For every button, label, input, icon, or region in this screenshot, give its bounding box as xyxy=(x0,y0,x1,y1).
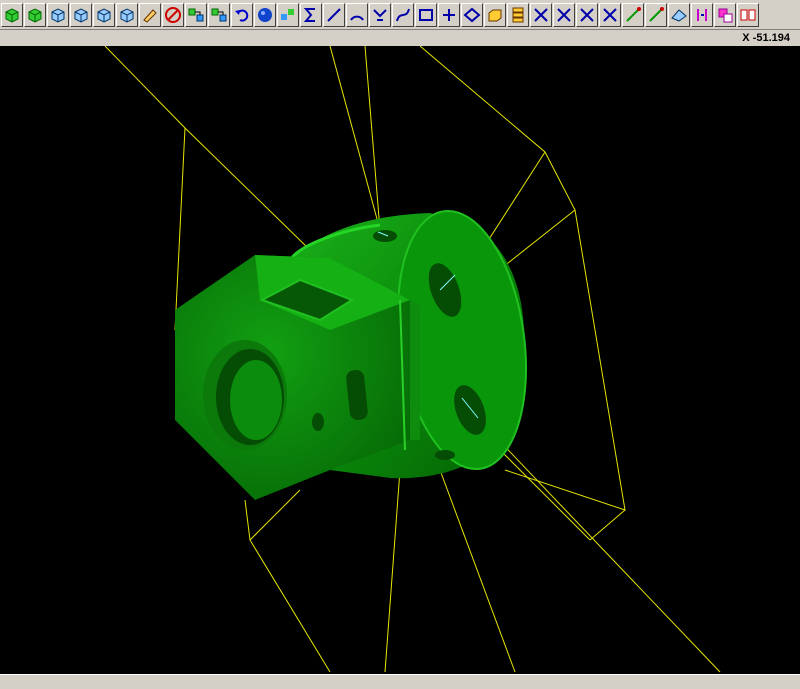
view-cube-green-button[interactable] xyxy=(1,3,23,27)
cross-lines-icon xyxy=(601,6,619,24)
fillet-icon xyxy=(371,6,389,24)
cross-lines4-button[interactable] xyxy=(599,3,621,27)
cross-lines-icon xyxy=(578,6,596,24)
arc-button[interactable] xyxy=(346,3,368,27)
surface-button[interactable] xyxy=(668,3,690,27)
cube-blue-icon xyxy=(95,6,113,24)
box-icon xyxy=(486,6,504,24)
group-button[interactable] xyxy=(277,3,299,27)
spline-button[interactable] xyxy=(392,3,414,27)
point-button[interactable] xyxy=(438,3,460,27)
view-iso-button[interactable] xyxy=(47,3,69,27)
solid-box-button[interactable] xyxy=(484,3,506,27)
cross-lines-icon xyxy=(532,6,550,24)
sphere-icon xyxy=(256,6,274,24)
cross-lines2-button[interactable] xyxy=(553,3,575,27)
transform2-button[interactable] xyxy=(208,3,230,27)
cube-green-icon xyxy=(3,6,21,24)
group-icon xyxy=(279,6,297,24)
view-top-button[interactable] xyxy=(116,3,138,27)
view-side-button[interactable] xyxy=(93,3,115,27)
view-cube-green2-button[interactable] xyxy=(24,3,46,27)
cancel-button[interactable] xyxy=(162,3,184,27)
layer-button[interactable] xyxy=(714,3,736,27)
surface-icon xyxy=(670,6,688,24)
coordinate-readout: X -51.194 xyxy=(738,30,794,46)
plane-button[interactable] xyxy=(461,3,483,27)
transform-button[interactable] xyxy=(185,3,207,27)
merge-button[interactable] xyxy=(737,3,759,27)
main-toolbar xyxy=(0,0,800,30)
coordinate-strip xyxy=(0,30,800,46)
toolbar-button-row xyxy=(1,2,760,28)
undo-icon xyxy=(233,6,251,24)
cube-blue-icon xyxy=(72,6,90,24)
fillet-button[interactable] xyxy=(369,3,391,27)
arc-icon xyxy=(348,6,366,24)
plus-icon xyxy=(440,6,458,24)
cross-lines3-button[interactable] xyxy=(576,3,598,27)
stack-button[interactable] xyxy=(507,3,529,27)
layer-icon xyxy=(716,6,734,24)
rectangle-button[interactable] xyxy=(415,3,437,27)
plane-icon xyxy=(463,6,481,24)
cross-lines-button[interactable] xyxy=(530,3,552,27)
stack-icon xyxy=(509,6,527,24)
spline-icon xyxy=(394,6,412,24)
diagonal-icon xyxy=(647,6,665,24)
eraser-icon xyxy=(141,6,159,24)
model-canvas[interactable] xyxy=(0,46,800,674)
cancel-icon xyxy=(164,6,182,24)
undo-button[interactable] xyxy=(231,3,253,27)
status-bar xyxy=(0,674,800,689)
view-front-button[interactable] xyxy=(70,3,92,27)
cube-blue-icon xyxy=(49,6,67,24)
rectangle-icon xyxy=(417,6,435,24)
sum-button[interactable] xyxy=(300,3,322,27)
sigma-icon xyxy=(302,6,320,24)
split-button[interactable] xyxy=(691,3,713,27)
line-button[interactable] xyxy=(323,3,345,27)
split-icon xyxy=(693,6,711,24)
transform-icon xyxy=(210,6,228,24)
cube-green-icon xyxy=(26,6,44,24)
diagonal2-button[interactable] xyxy=(645,3,667,27)
line-icon xyxy=(325,6,343,24)
cross-lines-icon xyxy=(555,6,573,24)
merge-icon xyxy=(739,6,757,24)
sphere-button[interactable] xyxy=(254,3,276,27)
diagonal-button[interactable] xyxy=(622,3,644,27)
3d-viewport[interactable] xyxy=(0,46,800,674)
cube-blue-icon xyxy=(118,6,136,24)
erase-button[interactable] xyxy=(139,3,161,27)
diagonal-icon xyxy=(624,6,642,24)
front-bore xyxy=(203,340,287,450)
transform-icon xyxy=(187,6,205,24)
